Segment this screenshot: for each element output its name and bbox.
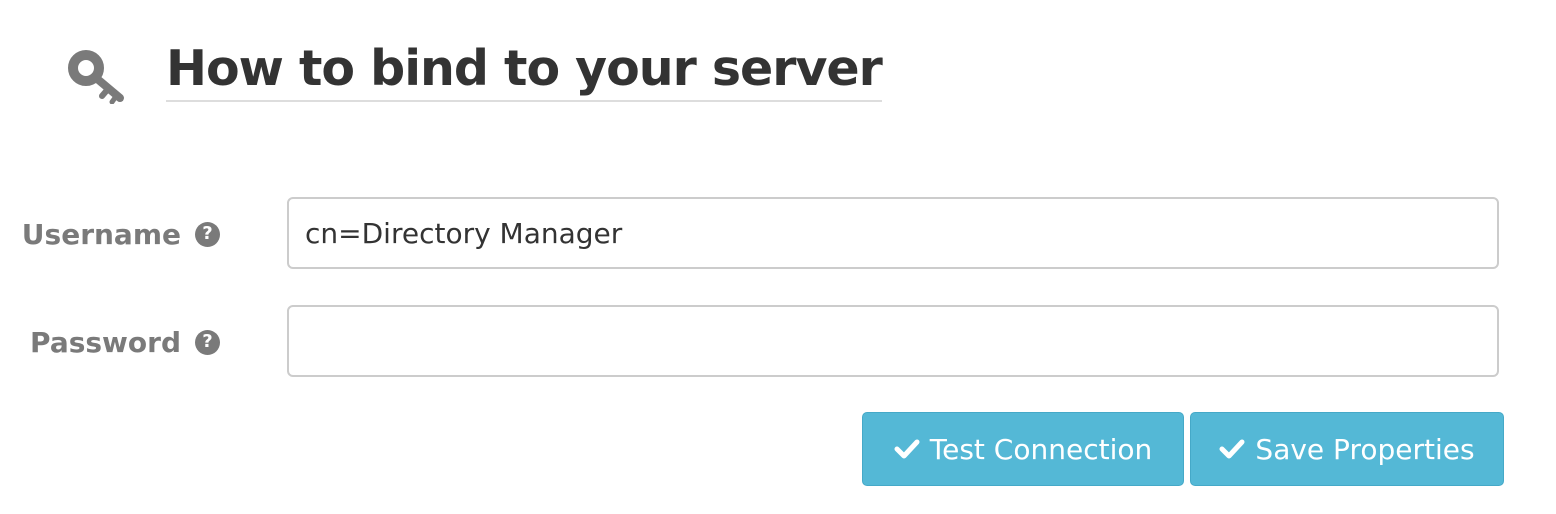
username-label: Username [21,217,181,251]
save-properties-button[interactable]: Save Properties [1190,412,1504,486]
save-properties-label: Save Properties [1255,432,1475,466]
check-icon [894,439,920,459]
test-connection-button[interactable]: Test Connection [862,412,1184,486]
page-title: How to bind to your server [166,38,883,102]
password-label-group: Password ? [30,305,220,379]
username-help-icon[interactable]: ? [195,221,220,247]
key-icon [68,50,124,104]
password-row: Password ? [0,305,1556,379]
username-row: Username ? [0,197,1556,271]
username-label-group: Username ? [22,197,220,271]
username-input[interactable] [287,197,1499,269]
password-help-icon[interactable]: ? [195,329,220,355]
password-input[interactable] [287,305,1499,377]
check-icon [1219,439,1245,459]
test-connection-label: Test Connection [929,432,1153,466]
password-label: Password [30,325,181,359]
